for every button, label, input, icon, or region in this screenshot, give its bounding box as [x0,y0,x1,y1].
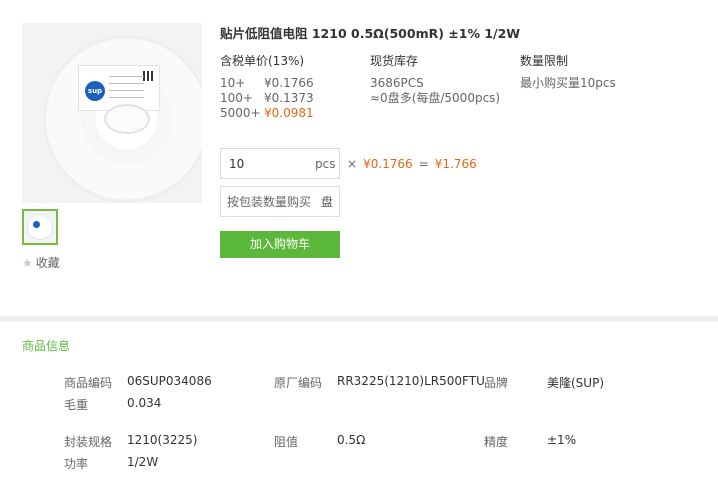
attr-value: 1210(3225) [127,433,198,447]
stock-count: 3686PCS [370,76,424,90]
attr-label: 封装规格 [64,435,113,449]
calc-total: ¥1.766 [434,157,477,171]
attr-label: 商品编码 [64,376,113,390]
attr-value: ±1% [547,433,577,447]
attr-label: 品牌 [484,376,509,390]
attr-label: 毛重 [64,398,89,412]
label-text-line [109,76,144,77]
reel-graphic: sup [44,35,202,203]
price-tier-row: 10+ ¥0.1766 [220,76,314,91]
limit-text: 最小购买量10pcs [520,76,616,90]
tier-price: ¥0.1373 [264,91,314,105]
stock-note: ≈0盘多(每盘/5000pcs) [370,91,501,105]
attr-value: RR3225(1210)LR500FTU [337,374,485,388]
thumbnail-reel [27,214,53,240]
limit-header: 数量限制 [520,54,569,68]
reel-hub [104,104,150,134]
favorite-button[interactable]: ★ 收藏 [22,254,60,271]
tier-price: ¥0.1766 [264,76,314,90]
reel-quantity-placeholder: 按包装数量购买 [227,195,312,209]
quantity-box: pcs [220,148,340,179]
attr-value: 06SUP034086 [127,374,212,388]
equals-sign: = [418,157,429,171]
price-tier-row: 5000+ ¥0.0981 [220,106,314,121]
attr-value: 0.034 [127,396,162,410]
reel-unit: 盘 [320,195,333,209]
price-tiers: 10+ ¥0.1766 100+ ¥0.1373 5000+ ¥0.0981 [220,76,314,121]
calc-unit-price: ¥0.1766 [363,157,413,171]
limit-info: 最小购买量10pcs [520,76,616,91]
product-image: sup [22,23,202,203]
favorite-label: 收藏 [35,256,60,270]
product-title: 贴片低阻值电阻 1210 0.5Ω(500mR) ±1% 1/2W [220,26,521,41]
add-to-cart-button[interactable]: 加入购物车 [220,231,340,258]
attr-value: 美隆(SUP) [547,376,605,390]
sup-logo: sup [85,81,105,101]
price-header: 含税单价(13%) [220,54,305,68]
attr-label: 精度 [484,435,509,449]
quantity-unit: pcs [315,156,336,171]
attr-value: 1/2W [127,455,159,469]
star-icon: ★ [22,255,33,270]
thumbnail-logo [33,221,40,228]
price-calculation: × ¥0.1766 = ¥1.766 [347,157,477,171]
label-text-line [109,90,144,91]
label-text-line [109,97,144,98]
attr-label: 阻值 [274,435,299,449]
price-tier-row: 100+ ¥0.1373 [220,91,314,106]
tier-quantity: 5000+ [220,106,261,120]
stock-info: 3686PCS ≈0盘多(每盘/5000pcs) [370,76,500,106]
tier-price: ¥0.0981 [264,106,314,120]
attr-label: 功率 [64,457,89,471]
tier-quantity: 10+ [220,76,246,90]
attr-label: 原厂编码 [274,376,323,390]
stock-header: 现货库存 [370,54,419,68]
attr-value: 0.5Ω [337,433,366,447]
times-sign: × [347,157,358,171]
label-text-line [109,83,144,84]
qr-code [143,71,153,81]
tier-quantity: 100+ [220,91,253,105]
quantity-input[interactable] [221,149,301,178]
section-title-product-info: 商品信息 [22,339,71,353]
section-divider [0,316,718,322]
product-thumbnail[interactable] [22,209,58,245]
reel-quantity-field[interactable]: 按包装数量购买 盘 [220,186,340,217]
